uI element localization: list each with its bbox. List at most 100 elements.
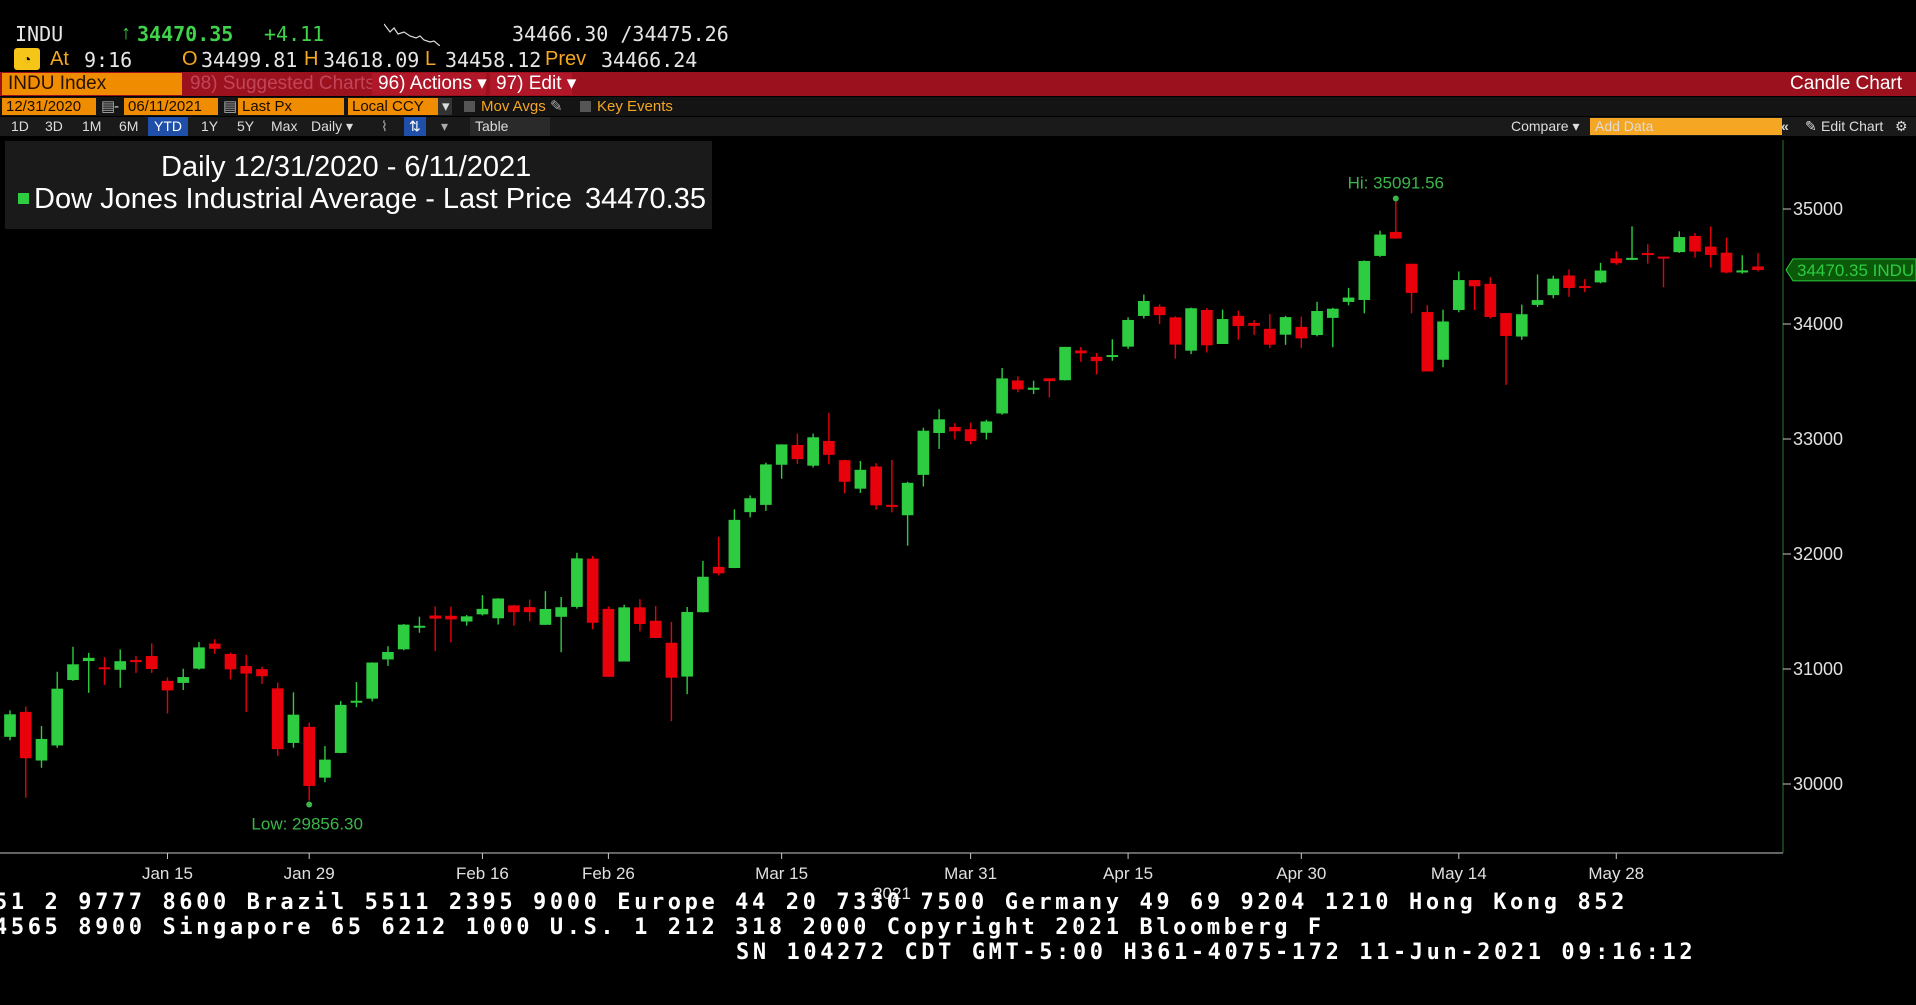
candle-body (539, 608, 552, 625)
candle-body (1138, 301, 1150, 316)
candle-body (145, 656, 158, 669)
candle-body (1437, 321, 1449, 360)
candle-body (130, 660, 142, 663)
candle-body (271, 688, 284, 750)
candle-body (1201, 309, 1213, 346)
candle-body (1484, 283, 1497, 317)
candle-body (760, 464, 772, 505)
candle-body (82, 657, 95, 662)
y-tick-label: 31000 (1793, 659, 1843, 679)
candle-body (460, 616, 473, 622)
session-info-line: SN 104272 CDT GMT-5:00 H361-4075-172 11-… (736, 940, 1697, 965)
candle-body (208, 643, 221, 649)
high-label: Hi: 35091.56 (1348, 173, 1444, 192)
candle-body (67, 664, 79, 681)
candle-body (303, 726, 316, 786)
candle-body (1043, 378, 1056, 382)
candle-body (1342, 297, 1355, 302)
candle-body (681, 611, 693, 677)
candle-body (523, 607, 536, 613)
candle-body (712, 566, 725, 574)
x-tick-label: Feb 16 (456, 864, 509, 883)
candle-body (917, 430, 930, 475)
candle-body (1122, 319, 1134, 347)
candle-body (996, 378, 1008, 414)
candle-body (901, 482, 914, 516)
high-marker (1392, 195, 1399, 202)
candle-body (1106, 355, 1119, 358)
y-tick-label: 30000 (1793, 774, 1843, 794)
candle-body (413, 625, 426, 628)
candle-body (366, 662, 379, 699)
candle-body (1531, 300, 1544, 305)
candle-body (177, 677, 190, 683)
candle-body (1578, 286, 1591, 289)
candle-body (476, 608, 489, 615)
candle-body (1468, 280, 1481, 287)
y-tick-label: 32000 (1793, 544, 1843, 564)
candle-body (51, 688, 64, 746)
candle-body (838, 460, 851, 482)
candle-body (1295, 326, 1308, 339)
candle-body (35, 738, 48, 761)
candle-body (445, 615, 457, 620)
candle-body (1248, 322, 1260, 326)
x-tick-label: Apr 15 (1103, 864, 1153, 883)
candle-body (1027, 387, 1040, 390)
candle-body (1326, 308, 1339, 318)
candle-body (649, 620, 662, 638)
x-tick-label: Mar 15 (755, 864, 808, 883)
x-tick-label: May 14 (1431, 864, 1487, 883)
candle-body (1610, 258, 1623, 264)
candle-body (240, 666, 253, 674)
candle-body (791, 444, 804, 460)
x-tick-label: May 28 (1588, 864, 1644, 883)
candle-body (1358, 260, 1371, 300)
candle-body (19, 711, 32, 759)
candle-body (224, 653, 237, 670)
x-tick-label: Mar 31 (944, 864, 997, 883)
candle-body (980, 421, 993, 433)
candle-body (1075, 350, 1087, 354)
contact-tape-line-2: 4565 8900 Singapore 65 6212 1000 U.S. 1 … (0, 915, 1325, 940)
candle-body (1720, 252, 1733, 273)
candle-body (744, 498, 756, 513)
candle-body (964, 429, 977, 442)
candle-body (1090, 356, 1103, 362)
candle-body (319, 759, 331, 778)
candle-body (602, 608, 615, 677)
candle-body (161, 680, 174, 691)
candle-body (350, 700, 363, 703)
candle-body (4, 714, 16, 737)
contact-tape-line-1: 51 2 9777 8600 Brazil 5511 2395 9000 Eur… (0, 890, 1628, 915)
candle-body (1279, 317, 1292, 335)
candle-body (1563, 275, 1575, 289)
candle-body (665, 642, 678, 678)
candle-body (1311, 311, 1323, 336)
candle-body (728, 519, 741, 569)
candle-body (1059, 346, 1071, 381)
candle-body (1169, 317, 1182, 345)
candle-body (508, 605, 520, 613)
candle-chart[interactable]: 30000 31000 32000 33000 34000 35000 Jan 15 Jan … (0, 0, 1916, 1005)
candle-body (1673, 237, 1686, 253)
candle-body (1185, 308, 1197, 351)
candle-body (1405, 263, 1418, 293)
candle-body (1515, 314, 1528, 337)
candle-body (586, 558, 599, 623)
candle-body (114, 661, 127, 670)
candle-body (1626, 257, 1638, 260)
candle-body (1594, 270, 1607, 283)
y-tick-label: 34000 (1793, 314, 1843, 334)
candle-body (1547, 278, 1560, 296)
candle-body (854, 469, 867, 489)
candle-body (1232, 315, 1245, 327)
candle-body (1263, 328, 1276, 345)
candle-body (697, 576, 709, 613)
candle-body (1374, 234, 1386, 256)
candle-body (1641, 253, 1654, 256)
candle-body (98, 667, 111, 670)
candle-body (949, 426, 961, 432)
candle-body (555, 607, 567, 617)
x-tick-label: Apr 30 (1276, 864, 1326, 883)
